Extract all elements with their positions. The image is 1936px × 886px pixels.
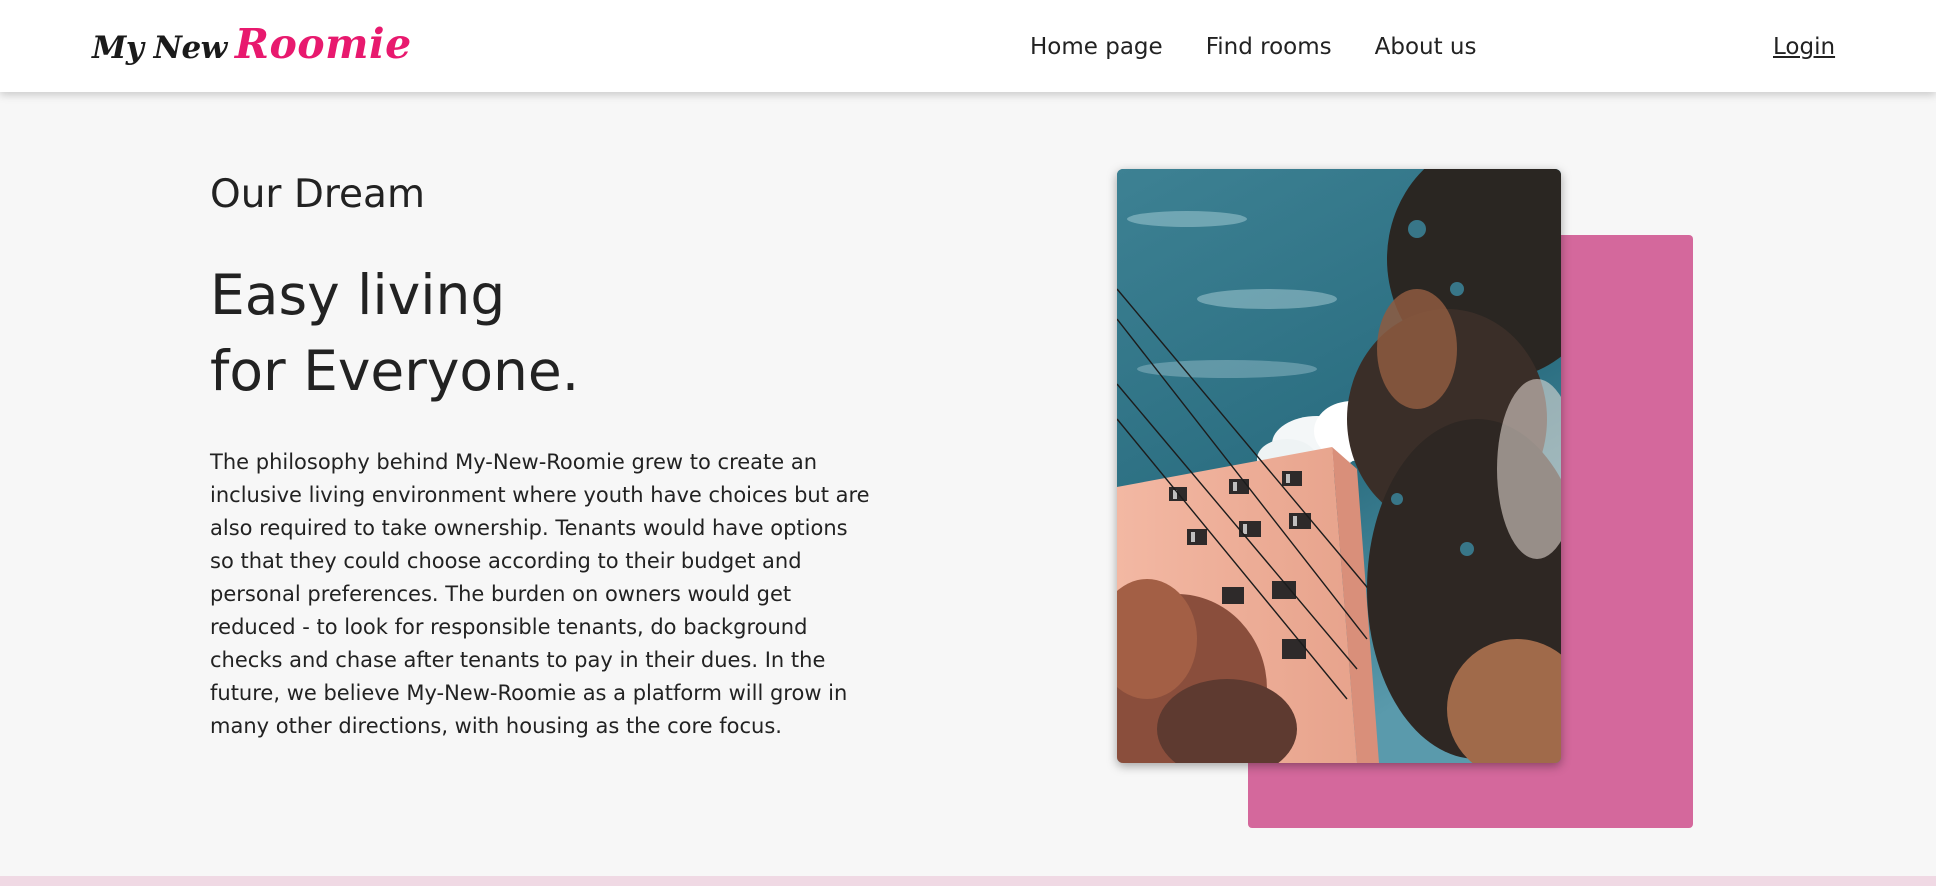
headline-line-2: for Everyone. [210,339,580,403]
section-headline: Easy living for Everyone. [210,257,579,409]
headline-line-1: Easy living [210,263,506,327]
logo-text-my-new: My New [92,30,227,66]
footer-strip [0,876,1936,886]
our-dream-section: Our Dream Easy living for Everyone. The … [0,92,1936,876]
nav-link-home-page[interactable]: Home page [1030,30,1163,64]
login-link[interactable]: Login [1773,30,1835,64]
site-logo[interactable]: My New Roomie [92,20,412,70]
logo-text-roomie: Roomie [234,20,412,68]
main-nav: Home page Find rooms About us [1030,30,1519,64]
building-photo [1117,169,1561,763]
section-body-text: The philosophy behind My-New-Roomie grew… [210,450,870,738]
nav-link-find-rooms[interactable]: Find rooms [1206,30,1332,64]
section-eyebrow: Our Dream [210,172,425,217]
navbar: My New Roomie Home page Find rooms About… [0,0,1936,92]
nav-link-about-us[interactable]: About us [1375,30,1477,64]
